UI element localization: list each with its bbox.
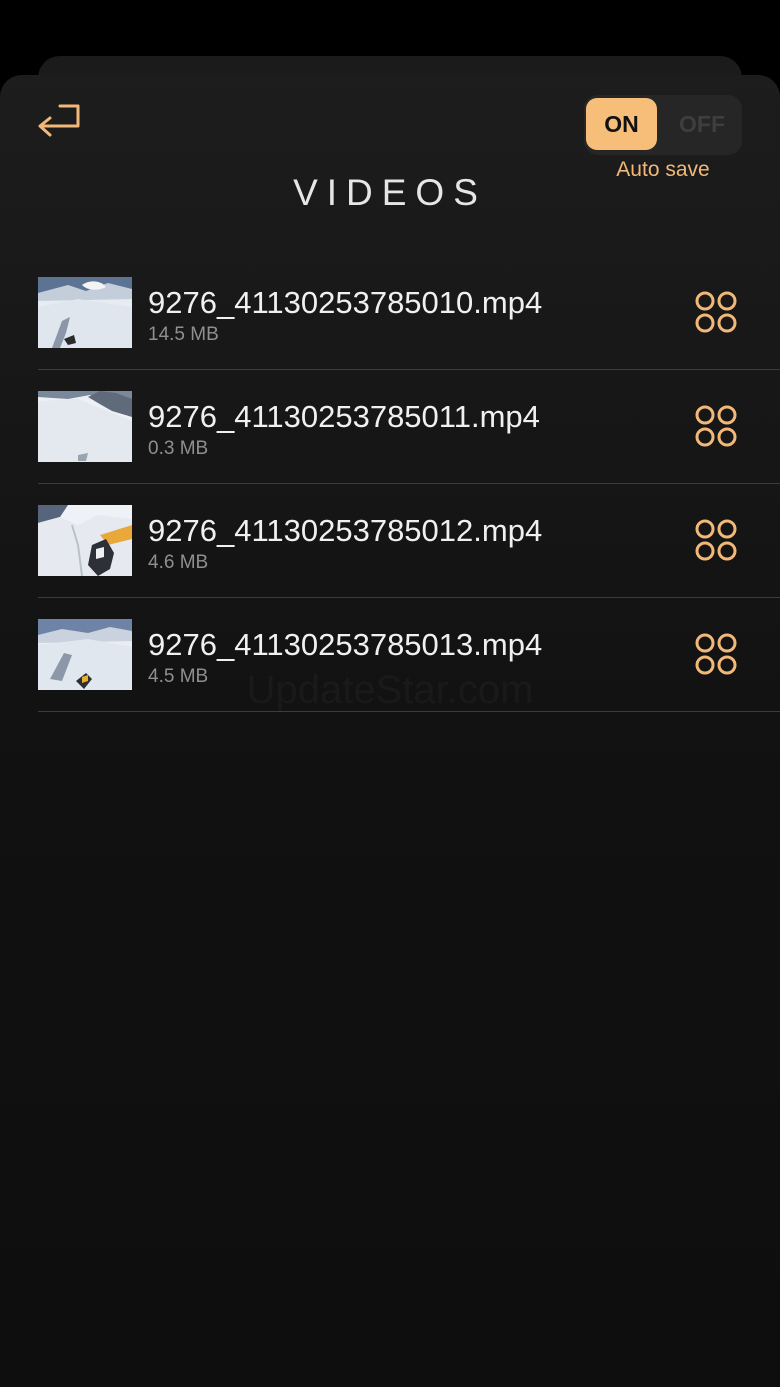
screen: ON OFF Auto save VIDEOS UpdateStar.com 9… [0,0,780,1387]
four-circles-icon [695,405,737,447]
video-row[interactable]: 9276_41130253785010.mp4 14.5 MB [38,256,780,370]
video-thumbnail [38,391,132,462]
back-button[interactable] [30,98,86,146]
video-options-button[interactable] [693,631,739,677]
video-list: 9276_41130253785010.mp4 14.5 MB 9276_411… [0,256,780,712]
four-circles-icon [695,633,737,675]
video-file-size: 14.5 MB [148,324,219,345]
video-file-size: 4.6 MB [148,552,209,573]
video-file-size: 4.5 MB [148,666,209,687]
video-options-button[interactable] [693,517,739,563]
return-arrow-icon [38,104,80,137]
video-row[interactable]: 9276_41130253785013.mp4 4.5 MB [38,598,780,712]
video-file-name: 9276_41130253785013.mp4 [148,627,543,662]
autosave-off-button[interactable]: OFF [666,98,738,150]
video-thumbnail [38,277,132,348]
video-options-button[interactable] [693,403,739,449]
video-file-size: 0.3 MB [148,438,209,459]
autosave-on-button[interactable]: ON [586,98,657,150]
four-circles-icon [695,519,737,561]
video-thumbnail [38,619,132,690]
page-title: VIDEOS [293,172,487,213]
video-thumbnail [38,505,132,576]
four-circles-icon [695,291,737,333]
autosave-toggle[interactable]: ON OFF [584,95,742,155]
video-row[interactable]: 9276_41130253785012.mp4 4.6 MB [38,484,780,598]
video-file-name: 9276_41130253785012.mp4 [148,513,543,548]
video-file-name: 9276_41130253785010.mp4 [148,285,543,320]
video-row[interactable]: 9276_41130253785011.mp4 0.3 MB [38,370,780,484]
video-file-name: 9276_41130253785011.mp4 [148,399,540,434]
video-options-button[interactable] [693,289,739,335]
